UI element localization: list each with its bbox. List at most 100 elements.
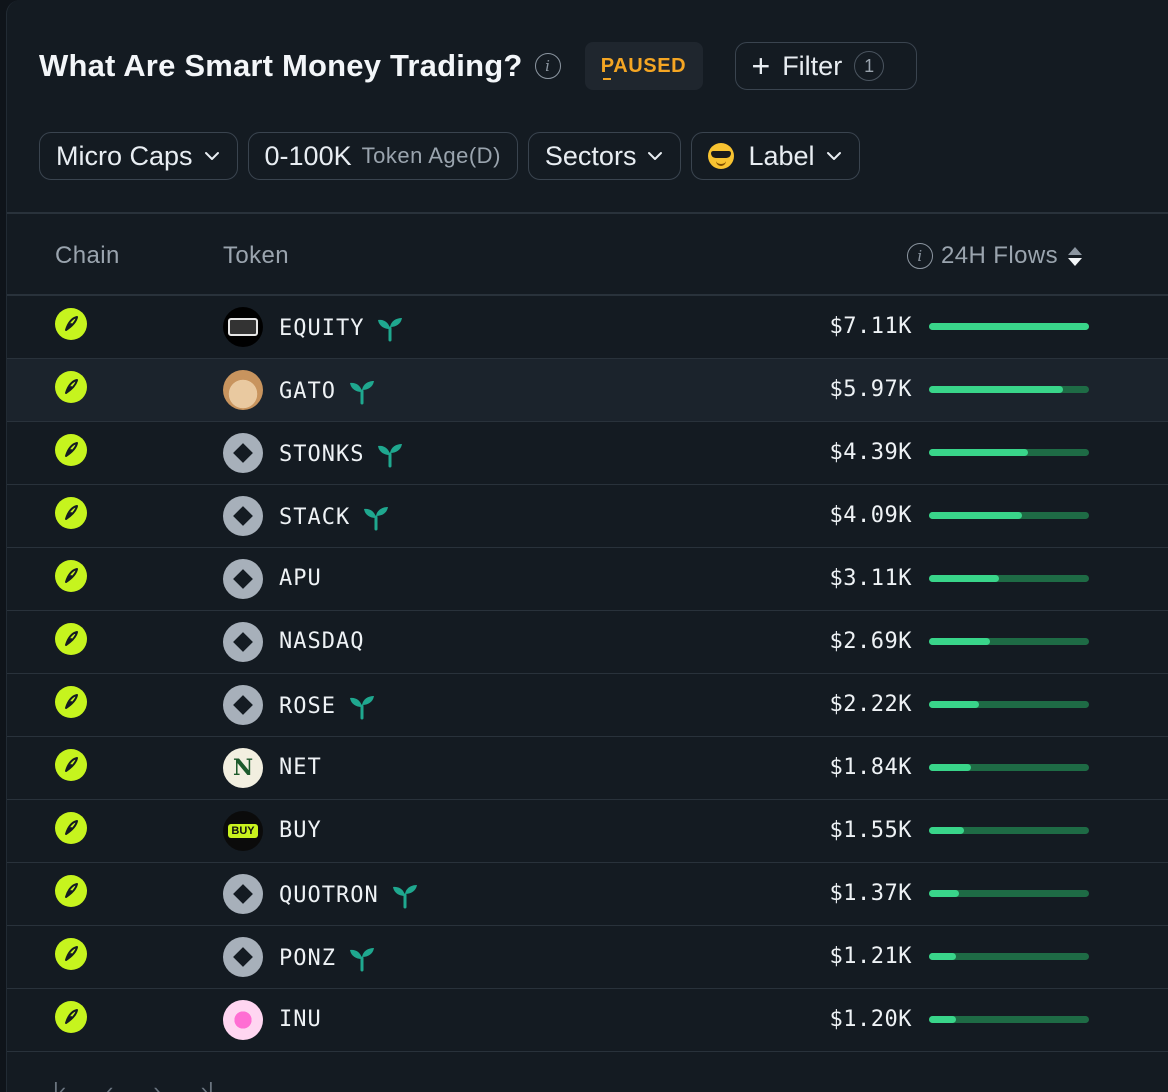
token-avatar[interactable] [223, 874, 263, 914]
flow-amount: $1.21K [829, 944, 912, 969]
flow-amount: $1.37K [829, 881, 912, 906]
token-name[interactable]: APU [279, 566, 322, 591]
token-avatar[interactable] [223, 307, 263, 347]
flow-bar [929, 386, 1089, 393]
prev-page-icon[interactable]: ‹ [106, 1078, 113, 1092]
token-symbol[interactable]: QUOTRON [279, 883, 379, 908]
flow-amount: $5.97K [829, 377, 912, 402]
flow-bar [929, 953, 1089, 960]
solana-chain-icon[interactable] [55, 623, 87, 655]
token-name[interactable]: BUY [279, 818, 322, 843]
token-avatar[interactable] [223, 496, 263, 536]
sectors-dropdown[interactable]: Sectors [527, 132, 682, 180]
solana-chain-icon[interactable] [55, 749, 87, 781]
table-row[interactable]: STACK $4.09K [7, 485, 1168, 548]
info-icon[interactable]: i [907, 243, 933, 269]
token-symbol[interactable]: EQUITY [279, 316, 364, 341]
table-row[interactable]: QUOTRON $1.37K [7, 863, 1168, 926]
table-row[interactable]: ROSE $2.22K [7, 674, 1168, 737]
table-row[interactable]: STONKS $4.39K [7, 422, 1168, 485]
token-avatar[interactable] [223, 433, 263, 473]
token-name[interactable]: NET [279, 755, 322, 780]
chevron-down-icon [204, 152, 219, 160]
flow-bar-fill [929, 512, 1022, 519]
token-name[interactable]: PONZ [279, 944, 376, 972]
flow-bar-fill [929, 323, 1089, 330]
table-row[interactable]: NASDAQ $2.69K [7, 611, 1168, 674]
token-avatar[interactable] [223, 559, 263, 599]
solana-chain-icon[interactable] [55, 434, 87, 466]
token-symbol[interactable]: ROSE [279, 694, 336, 719]
token-symbol[interactable]: STACK [279, 505, 350, 530]
solana-chain-icon[interactable] [55, 938, 87, 970]
solana-chain-icon[interactable] [55, 875, 87, 907]
flow-bar [929, 323, 1089, 330]
token-symbol[interactable]: NASDAQ [279, 629, 364, 654]
solana-chain-icon[interactable] [55, 560, 87, 592]
solana-chain-icon[interactable] [55, 371, 87, 403]
filter-button[interactable]: + Filter 1 [734, 42, 917, 90]
flow-amount: $2.69K [829, 629, 912, 654]
token-avatar[interactable] [223, 1000, 263, 1040]
table-row[interactable]: N NET $1.84K [7, 737, 1168, 800]
token-name[interactable]: GATO [279, 377, 376, 405]
token-symbol[interactable]: BUY [279, 818, 322, 843]
flow-bar [929, 512, 1089, 519]
table-row[interactable]: INU $1.20K [7, 989, 1168, 1052]
token-symbol[interactable]: PONZ [279, 946, 336, 971]
label-label: Label [748, 140, 815, 171]
table-row[interactable]: APU $3.11K [7, 548, 1168, 611]
token-age-filter[interactable]: 0-100K Token Age(D) [247, 132, 518, 180]
token-symbol[interactable]: INU [279, 1007, 322, 1032]
table-row[interactable]: EQUITY $7.11K [7, 296, 1168, 359]
flow-bar [929, 638, 1089, 645]
token-avatar[interactable] [223, 685, 263, 725]
table-row[interactable]: BUY BUY $1.55K [7, 800, 1168, 863]
token-symbol[interactable]: STONKS [279, 442, 364, 467]
sunglasses-emoji-icon [708, 143, 735, 169]
next-page-icon[interactable]: › [153, 1078, 160, 1092]
token-name[interactable]: NASDAQ [279, 629, 364, 654]
filter-chips: Micro Caps 0-100K Token Age(D) Sectors L… [39, 132, 870, 180]
token-avatar[interactable]: N [223, 748, 263, 788]
flow-amount: $1.55K [829, 818, 912, 843]
token-name[interactable]: INU [279, 1007, 322, 1032]
table-row[interactable]: PONZ $1.21K [7, 926, 1168, 989]
sprout-icon [348, 944, 376, 972]
solana-chain-icon[interactable] [55, 497, 87, 529]
token-name[interactable]: ROSE [279, 692, 376, 720]
token-name[interactable]: EQUITY [279, 314, 404, 342]
sprout-icon [348, 377, 376, 405]
flow-bar [929, 827, 1089, 834]
flows-header-label: 24H Flows [941, 242, 1058, 269]
token-name[interactable]: QUOTRON [279, 881, 419, 909]
token-avatar[interactable]: BUY [223, 811, 263, 851]
token-table-body: EQUITY $7.11K GATO $5.97K STONKS $4.39K STACK $… [7, 296, 1168, 1052]
token-age-label: Token Age(D) [361, 143, 501, 168]
token-name[interactable]: STACK [279, 503, 390, 531]
token-avatar[interactable] [223, 370, 263, 410]
token-symbol[interactable]: GATO [279, 379, 336, 404]
flow-amount: $1.84K [829, 755, 912, 780]
last-page-icon[interactable]: ›| [201, 1078, 214, 1092]
status-badge[interactable]: PAUSED [584, 42, 703, 90]
token-avatar[interactable] [223, 937, 263, 977]
column-header-flows[interactable]: i 24H Flows [907, 242, 1082, 270]
label-dropdown[interactable]: Label [691, 132, 860, 180]
info-icon[interactable]: i [534, 53, 561, 79]
first-page-icon[interactable]: |‹ [53, 1078, 66, 1092]
token-symbol[interactable]: APU [279, 566, 322, 591]
sprout-icon [348, 692, 376, 720]
market-cap-dropdown[interactable]: Micro Caps [39, 132, 238, 180]
table-row[interactable]: GATO $5.97K [7, 359, 1168, 422]
token-name[interactable]: STONKS [279, 440, 404, 468]
solana-chain-icon[interactable] [55, 1001, 87, 1033]
token-symbol[interactable]: NET [279, 755, 322, 780]
solana-chain-icon[interactable] [55, 686, 87, 718]
sort-icon[interactable] [1067, 246, 1082, 266]
sprout-icon [376, 314, 404, 342]
solana-chain-icon[interactable] [55, 812, 87, 844]
solana-chain-icon[interactable] [55, 308, 87, 340]
flow-bar-fill [929, 890, 960, 897]
token-avatar[interactable] [223, 622, 263, 662]
